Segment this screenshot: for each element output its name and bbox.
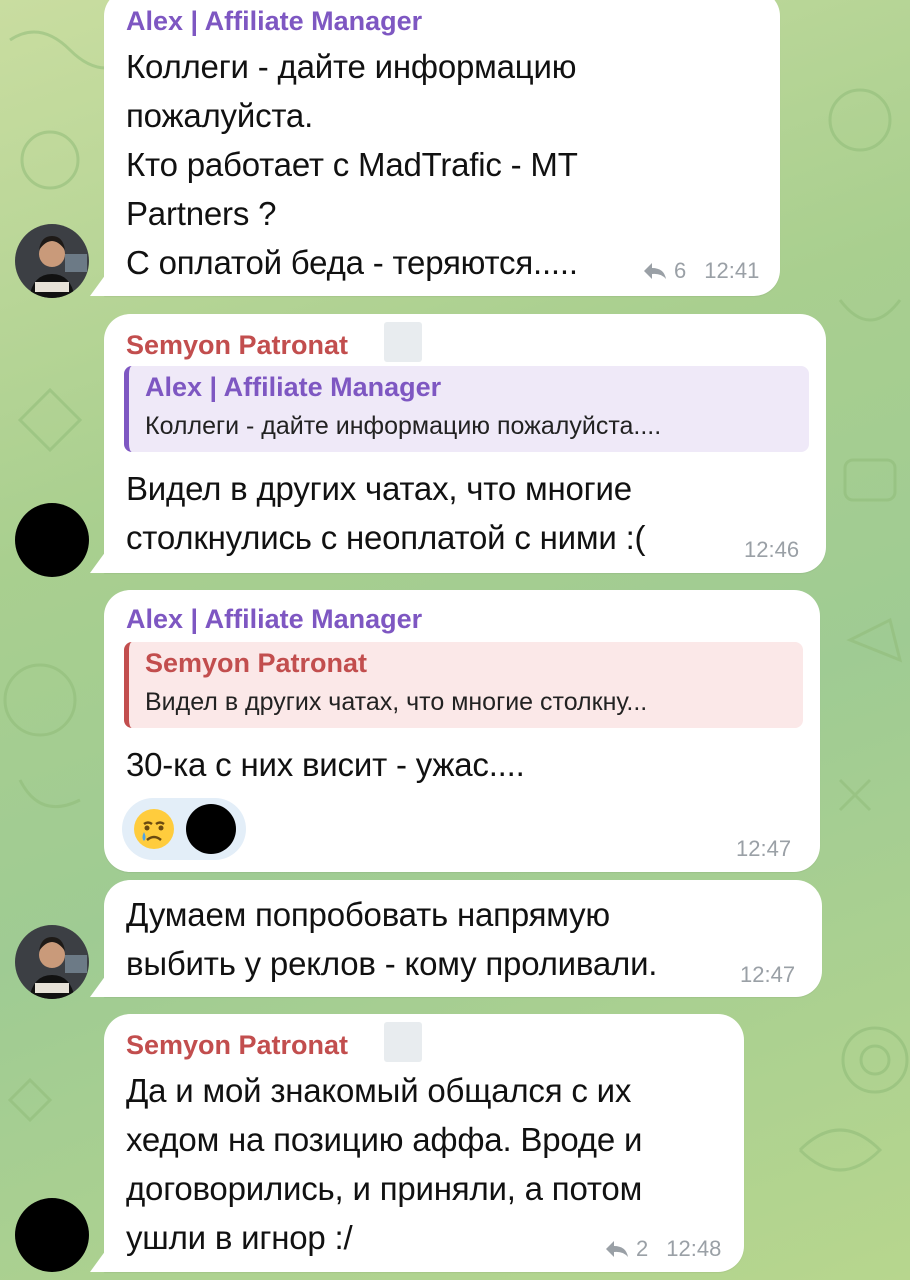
sender-name[interactable]: Alex | Affiliate Manager	[126, 604, 422, 635]
reaction-avatar	[186, 804, 236, 854]
message-text: Думаем попробовать напрямую выбить у рек…	[126, 896, 658, 982]
sender-name[interactable]: Alex | Affiliate Manager	[126, 6, 422, 37]
message-bubble[interactable]: Alex | Affiliate Manager Коллеги - дайте…	[104, 0, 780, 296]
message-bubble[interactable]: Думаем попробовать напрямую выбить у рек…	[104, 880, 822, 997]
message-time: 12:48	[666, 1236, 722, 1261]
sender-name[interactable]: Semyon Patronat	[126, 1030, 348, 1061]
message-text: Видел в других чатах, что многие столкну…	[126, 470, 646, 556]
reply-quote[interactable]: Alex | Affiliate Manager Коллеги - дайте…	[124, 366, 809, 452]
reaction-chip[interactable]	[122, 798, 246, 860]
message-text: Да и мой знакомый общался с их хедом на …	[126, 1072, 643, 1256]
message-meta: 6 12:41	[642, 258, 759, 284]
avatar-alex[interactable]	[15, 224, 89, 298]
avatar-hidden[interactable]	[15, 503, 89, 577]
message-bubble[interactable]: Alex | Affiliate Manager Semyon Patronat…	[104, 590, 820, 872]
message-meta: 12:47	[736, 836, 791, 862]
message-time: 12:46	[744, 537, 800, 562]
reply-arrow-icon[interactable]	[604, 1239, 630, 1259]
quote-sender: Semyon Patronat	[145, 648, 368, 678]
message-time: 12:47	[740, 962, 796, 987]
crying-face-icon	[134, 809, 174, 849]
message-meta: 12:46	[744, 537, 799, 563]
quote-sender: Alex | Affiliate Manager	[145, 372, 442, 402]
reply-arrow-icon[interactable]	[642, 261, 668, 281]
quote-text: Коллеги - дайте информацию пожалуйста...…	[145, 412, 662, 440]
sender-name[interactable]: Semyon Patronat	[126, 330, 348, 361]
message-time: 12:47	[736, 836, 792, 861]
avatar-hidden[interactable]	[15, 1198, 89, 1272]
admin-tag	[384, 322, 422, 362]
admin-tag	[384, 1022, 422, 1062]
message-bubble[interactable]: Semyon Patronat Alex | Affiliate Manager…	[104, 314, 826, 573]
message-time: 12:41	[704, 258, 760, 283]
message-meta: 12:47	[740, 962, 795, 988]
avatar-alex[interactable]	[15, 925, 89, 999]
reply-count[interactable]: 2	[636, 1236, 648, 1262]
message-meta: 2 12:48	[604, 1236, 721, 1262]
message-text: Коллеги - дайте информацию пожалуйста. К…	[126, 48, 578, 281]
message-bubble[interactable]: Semyon Patronat Да и мой знакомый общалс…	[104, 1014, 744, 1272]
reply-count[interactable]: 6	[674, 258, 686, 284]
quote-text: Видел в других чатах, что многие столкну…	[145, 688, 648, 716]
reply-quote[interactable]: Semyon Patronat Видел в других чатах, чт…	[124, 642, 803, 728]
message-text: 30-ка с них висит - ужас....	[126, 746, 525, 783]
